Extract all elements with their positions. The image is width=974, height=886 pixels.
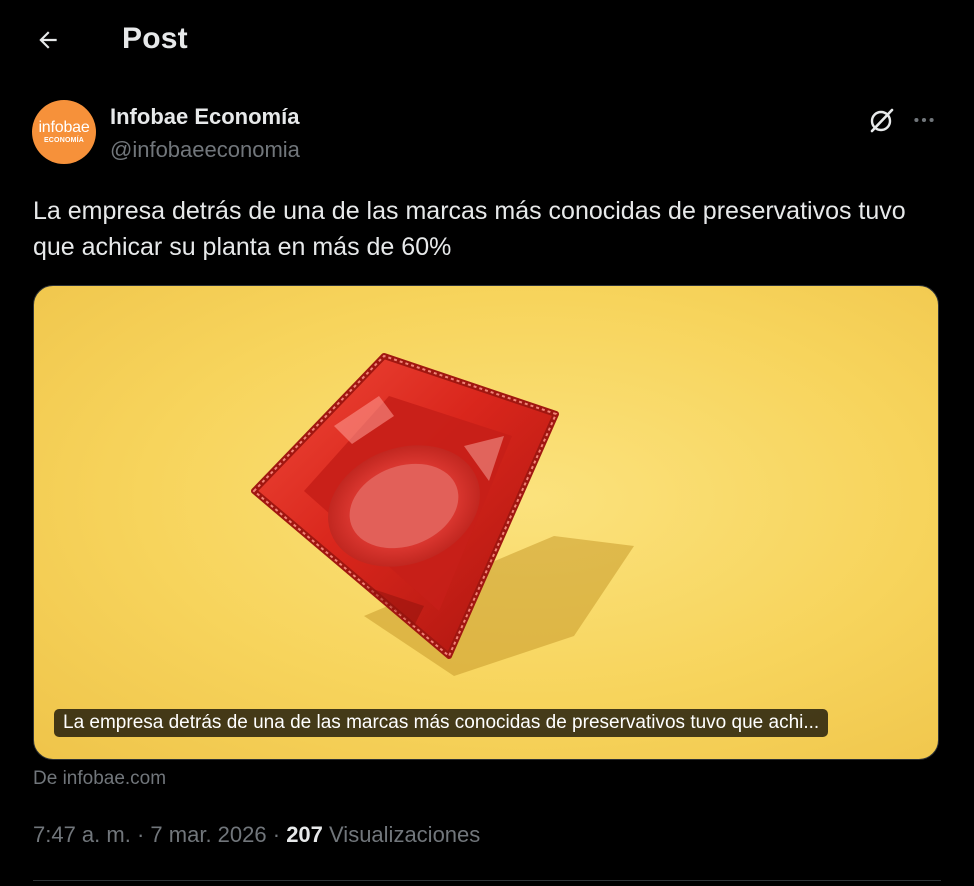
views-label: Visualizaciones xyxy=(329,822,481,847)
post-date[interactable]: 7 mar. 2026 xyxy=(150,822,266,847)
arrow-left-icon xyxy=(35,27,61,58)
author-handle[interactable]: @infobaeeconomia xyxy=(110,137,300,163)
page-title: Post xyxy=(122,22,188,55)
avatar-logo-text: infobae xyxy=(38,119,90,136)
meta-separator: · xyxy=(272,822,281,847)
post-time[interactable]: 7:47 a. m. xyxy=(33,822,131,847)
more-horizontal-icon xyxy=(911,107,937,138)
grok-button[interactable] xyxy=(864,104,900,140)
card-image xyxy=(251,353,634,676)
post-meta: 7:47 a. m. · 7 mar. 2026 · 207 Visualiza… xyxy=(33,822,480,848)
top-bar: Post xyxy=(0,0,974,82)
views-count: 207 xyxy=(286,822,323,847)
post-page: Post infobae ECONOMÍA Infobae Economía @… xyxy=(0,0,974,886)
more-options-button[interactable] xyxy=(906,104,942,140)
card-source-link[interactable]: De infobae.com xyxy=(33,768,166,790)
meta-separator: · xyxy=(136,822,145,847)
avatar-logo-subtext: ECONOMÍA xyxy=(43,137,85,144)
link-card[interactable]: La empresa detrás de una de las marcas m… xyxy=(33,285,939,760)
avatar[interactable]: infobae ECONOMÍA xyxy=(32,100,96,164)
author-name[interactable]: Infobae Economía xyxy=(110,104,299,130)
back-button[interactable] xyxy=(26,20,70,64)
card-caption: La empresa detrás de una de las marcas m… xyxy=(54,709,829,737)
divider xyxy=(33,880,941,881)
tweet-text: La empresa detrás de una de las marcas m… xyxy=(33,197,906,261)
grok-icon xyxy=(867,105,897,140)
